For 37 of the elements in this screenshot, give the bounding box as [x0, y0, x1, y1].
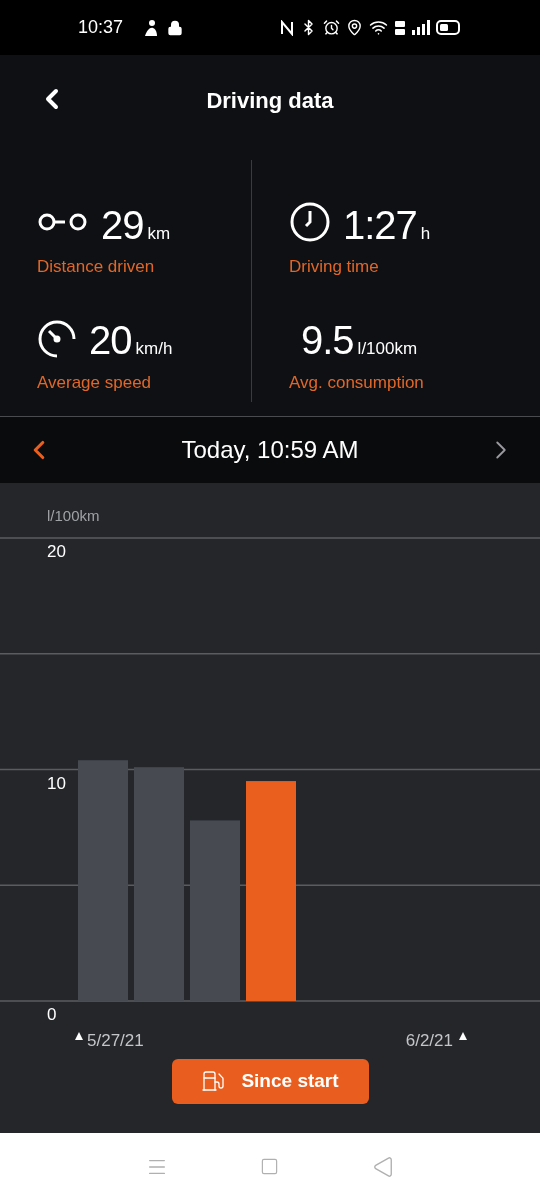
stat-unit: km/h	[135, 338, 173, 360]
y-tick-label: 20	[47, 541, 66, 561]
marker-icon	[75, 1031, 83, 1040]
y-tick-label: 0	[47, 1004, 57, 1024]
stat-label: Driving time	[289, 256, 380, 278]
status-time: 10:37	[78, 16, 124, 39]
wifi-icon	[369, 18, 388, 37]
nfc-icon	[280, 19, 294, 36]
location-icon	[346, 19, 363, 36]
stat-value: 20	[89, 320, 132, 360]
person-icon	[143, 18, 160, 37]
stat-label: Avg. consumption	[289, 371, 425, 394]
stat-unit: km	[147, 222, 171, 245]
stat-value: 1:27	[343, 204, 417, 245]
period-label: Today, 10:59 AM	[181, 435, 359, 465]
stat-unit: h	[420, 222, 431, 245]
route-icon	[37, 211, 89, 233]
battery-icon	[436, 20, 462, 35]
since-start-button[interactable]: Since start	[171, 1058, 369, 1104]
stat-unit: l/100km	[357, 338, 418, 360]
y-tick-label: 10	[47, 773, 66, 792]
alarm-icon	[323, 19, 340, 36]
signal-icon	[412, 20, 430, 35]
back-icon[interactable]	[371, 1155, 394, 1178]
axis-unit-label: l/100km	[47, 506, 100, 526]
lock-icon	[167, 19, 184, 36]
stat-value: 9.5	[301, 320, 354, 360]
x-tick-label: 5/27/21	[87, 1030, 144, 1050]
clock-icon	[289, 201, 331, 243]
stat-label: Distance driven	[37, 256, 156, 278]
fuel-pump-icon	[201, 1069, 226, 1093]
marker-icon	[459, 1031, 467, 1040]
x-tick-label: 6/2/21	[405, 1030, 453, 1050]
stat-label: Average speed	[37, 371, 153, 394]
stat-value: 29	[101, 204, 144, 245]
page-title: Driving data	[206, 86, 334, 115]
home-icon[interactable]	[260, 1157, 280, 1176]
